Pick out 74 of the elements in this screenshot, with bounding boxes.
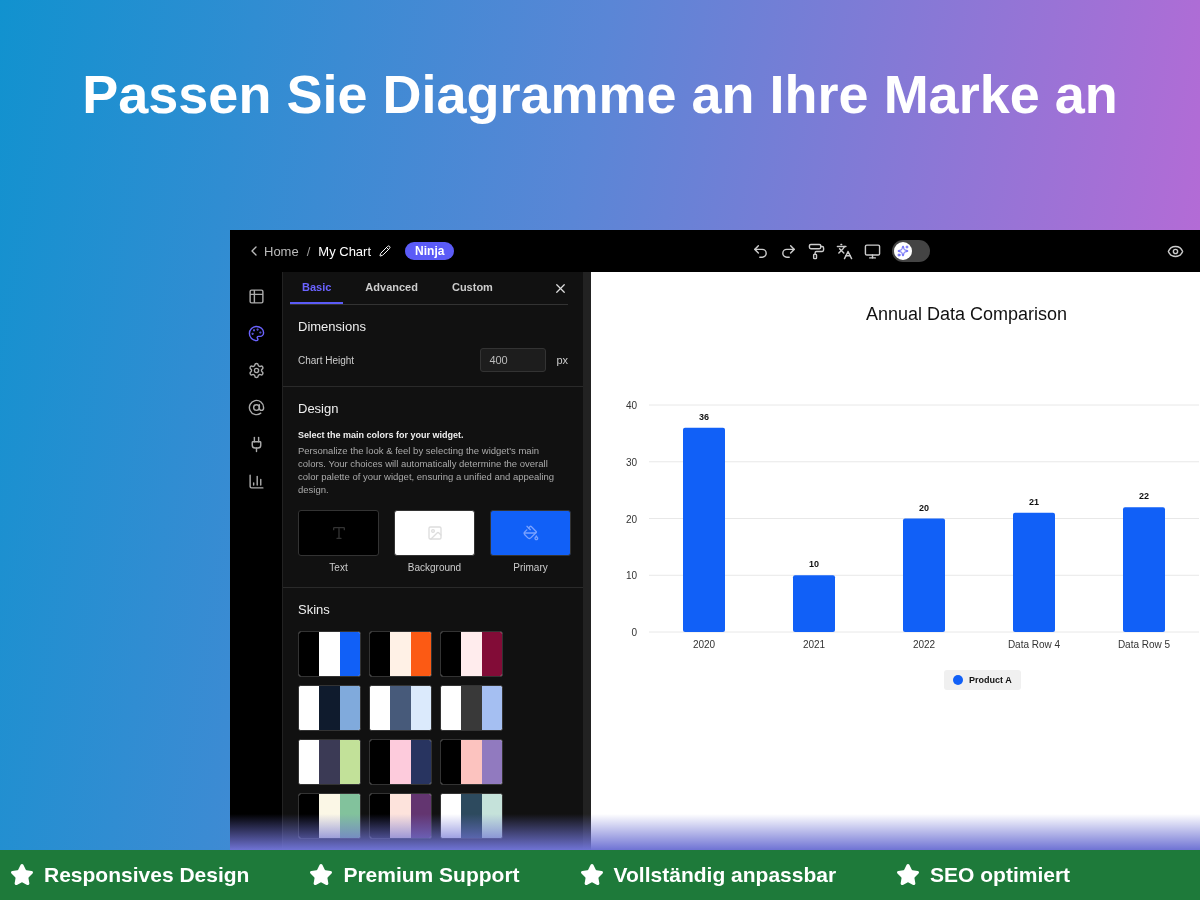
at-icon[interactable] bbox=[247, 399, 265, 416]
monitor-icon[interactable] bbox=[864, 242, 882, 260]
skin-swatch[interactable] bbox=[298, 739, 361, 785]
star-icon bbox=[10, 863, 34, 887]
feature-label: Responsives Design bbox=[44, 863, 250, 887]
color-swatch[interactable] bbox=[298, 510, 379, 556]
skin-swatch[interactable] bbox=[369, 793, 432, 839]
field-label: Chart Height bbox=[298, 354, 355, 366]
star-icon bbox=[309, 863, 334, 887]
axis-label: 2021 bbox=[802, 639, 826, 650]
pencil-icon[interactable] bbox=[379, 245, 392, 257]
swatch-label: Text bbox=[329, 562, 348, 573]
feature-label: Vollständig anpassbar bbox=[613, 863, 837, 887]
skin-swatch[interactable] bbox=[298, 631, 361, 677]
design-lead: Select the main colors for your widget. bbox=[298, 430, 465, 440]
data-label: 22 bbox=[1139, 491, 1149, 502]
table-icon[interactable] bbox=[247, 288, 265, 305]
chart-title: Annual Data Comparison bbox=[866, 304, 1068, 325]
tab[interactable]: Basic bbox=[290, 272, 344, 304]
unit-label: px bbox=[556, 354, 568, 366]
undo-icon[interactable] bbox=[752, 242, 770, 260]
star-icon bbox=[896, 863, 921, 887]
skin-swatch[interactable] bbox=[369, 739, 432, 785]
breadcrumb-separator: / bbox=[306, 243, 311, 259]
redo-icon[interactable] bbox=[780, 242, 798, 260]
skin-swatch[interactable] bbox=[440, 739, 503, 785]
axis-label: Data Row 5 bbox=[1117, 639, 1171, 650]
skin-swatch[interactable] bbox=[298, 685, 361, 731]
legend-item[interactable]: Product A bbox=[944, 670, 1021, 690]
headline: Passen Sie Diagramme an Ihre Marke an bbox=[82, 63, 1118, 126]
scrollbar[interactable] bbox=[583, 272, 591, 850]
palette-icon[interactable] bbox=[247, 325, 265, 342]
axis-label: 2020 bbox=[692, 639, 716, 650]
axis-label: 2022 bbox=[912, 639, 936, 650]
tab[interactable]: Advanced bbox=[353, 272, 430, 304]
skin-swatch[interactable] bbox=[440, 793, 503, 839]
chart-height-field[interactable]: 400 bbox=[480, 348, 547, 372]
skin-swatch[interactable] bbox=[298, 793, 361, 839]
skin-swatch[interactable] bbox=[440, 685, 503, 731]
color-swatch[interactable] bbox=[490, 510, 571, 556]
axis-label: 20 bbox=[625, 513, 637, 525]
star-icon bbox=[579, 863, 604, 887]
color-swatch[interactable] bbox=[394, 510, 475, 556]
translate-icon[interactable] bbox=[836, 242, 854, 260]
feature-label: SEO optimiert bbox=[930, 863, 1071, 887]
settings-icon[interactable] bbox=[247, 362, 265, 379]
data-label: 21 bbox=[1029, 496, 1039, 507]
swatch-label: Primary bbox=[513, 562, 548, 573]
skin-swatch[interactable] bbox=[369, 685, 432, 731]
data-label: 20 bbox=[919, 502, 929, 513]
swatch-label: Background bbox=[407, 562, 462, 573]
paint-roller-icon[interactable] bbox=[808, 242, 826, 260]
plan-badge: Ninja bbox=[405, 242, 455, 260]
home-link[interactable]: Home bbox=[246, 243, 299, 259]
chart-icon[interactable] bbox=[247, 473, 265, 490]
section-title: Design bbox=[298, 401, 340, 416]
skin-swatch[interactable] bbox=[369, 631, 432, 677]
section-title: Dimensions bbox=[298, 319, 367, 334]
data-label: 36 bbox=[699, 411, 709, 422]
sparkle-icon bbox=[897, 245, 910, 257]
data-label: 10 bbox=[809, 559, 819, 570]
section-title: Skins bbox=[298, 602, 331, 617]
design-description: Personalize the look & feel by selecting the widget's main colors. Your choices will automatically determine the overall color palette of your widget, ensuring a unified and appealing design. bbox=[298, 444, 556, 496]
feature-label: Premium Support bbox=[343, 863, 520, 887]
axis-label: 10 bbox=[625, 570, 637, 582]
axis-label: 30 bbox=[625, 456, 637, 468]
tab[interactable]: Custom bbox=[439, 272, 505, 304]
axis-label: 40 bbox=[625, 400, 637, 411]
bar bbox=[793, 575, 835, 632]
chart-name: My Chart bbox=[318, 243, 372, 259]
axis-label: Data Row 4 bbox=[1007, 639, 1061, 650]
skin-swatch[interactable] bbox=[440, 631, 503, 677]
ai-toggle[interactable] bbox=[892, 240, 931, 262]
axis-label: 0 bbox=[631, 627, 637, 638]
